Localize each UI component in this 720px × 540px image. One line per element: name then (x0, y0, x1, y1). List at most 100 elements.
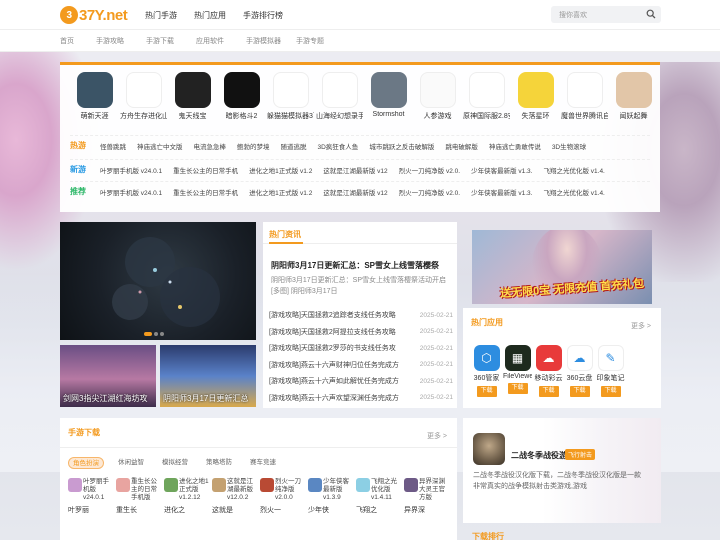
promo-game-icon[interactable] (473, 433, 505, 465)
tag-link[interactable]: 飞翔之光优化版 v1.4. (543, 165, 604, 175)
tag-link[interactable]: 进化之地1正式版 v1.2 (249, 165, 312, 175)
featured-app[interactable]: 暗影格斗2 (217, 72, 266, 121)
game-name[interactable]: 这就是 (212, 505, 256, 515)
featured-app[interactable]: 人参游戏 (413, 72, 462, 121)
news-item[interactable]: [游戏攻略]燕云十六声财神归位任务完成方 2025-02-21 (269, 357, 453, 374)
tag-link[interactable]: 跳电破解版 (445, 141, 478, 151)
game-icon[interactable] (212, 478, 226, 492)
game-item[interactable]: 异界深渊大灵王官方版 异界深 (404, 478, 452, 515)
featured-app[interactable]: 萌新天涯 (70, 72, 119, 121)
tag-link[interactable]: 叶罗丽手机版 v24.0.1 (100, 165, 162, 175)
app-icon[interactable] (566, 72, 603, 108)
hot-app[interactable]: ☁ 移动彩云 下载 (533, 345, 564, 397)
app-icon[interactable] (125, 72, 162, 108)
game-item[interactable]: 飞翔之光优化版v1.4.11 飞翔之 (356, 478, 404, 515)
download-button[interactable]: 下载 (507, 383, 528, 394)
subnav-emulators[interactable]: 手游模拟器 (246, 36, 296, 46)
thumb-card[interactable]: 剑网3指尖江湖红海坊攻 (60, 345, 156, 407)
app-icon[interactable] (517, 72, 554, 108)
tag-link[interactable]: 飞翔之光优化版 v1.4. (543, 187, 604, 197)
tag-link[interactable]: 叶罗丽手机版 v24.0.1 (100, 187, 162, 197)
app-icon[interactable] (321, 72, 358, 108)
topnav-game-ranking[interactable]: 手游排行榜 (243, 10, 283, 21)
category-tab[interactable]: 策略塔防 (202, 457, 236, 469)
game-icon[interactable] (260, 478, 274, 492)
news-title[interactable]: [游戏攻略]天国拯救2追踪者支线任务攻略 (269, 310, 407, 320)
hot-app-icon[interactable]: ⬡ (473, 345, 500, 371)
tag-link[interactable]: 少年侠客最新版 v1.3. (471, 187, 532, 197)
subnav-game-downloads[interactable]: 手游下载 (146, 36, 196, 46)
hot-apps-more-link[interactable]: 更多 > (631, 321, 651, 331)
tag-link[interactable]: 神庙逃亡中文版 (137, 141, 183, 151)
news-item[interactable]: [游戏攻略]天国拯救2阿提拉支线任务攻略 2025-02-21 (269, 324, 453, 341)
hot-app[interactable]: ▦ FileViewer 下载 (502, 345, 533, 397)
tag-link[interactable]: 神庙逃亡勇敢传说 (489, 141, 541, 151)
game-name[interactable]: 飞翔之 (356, 505, 400, 515)
subnav-topics[interactable]: 手游专题 (296, 36, 346, 46)
category-tab[interactable]: 休闲益智 (114, 457, 148, 469)
hot-app-icon[interactable]: ☁ (535, 345, 562, 371)
featured-app[interactable]: 魔兽世界腾讯自远征怀旧服手游 (560, 72, 609, 121)
news-title[interactable]: [游戏攻略]天国拯救2罗莎的书支线任务攻 (269, 343, 407, 353)
app-icon[interactable] (615, 72, 652, 108)
category-tab[interactable]: 模拟经营 (158, 457, 192, 469)
featured-app[interactable]: 失落星环 (511, 72, 560, 121)
search-icon[interactable] (646, 9, 656, 19)
game-item[interactable]: 重生长公主的日常手机版 重生长 (116, 478, 164, 515)
topnav-hot-apps[interactable]: 热门应用 (194, 10, 226, 21)
game-item[interactable]: 少年侠客最新版v1.3.9 少年侠 (308, 478, 356, 515)
thumb-card[interactable]: 阴阳师3月17日更新汇总 (160, 345, 256, 407)
subnav-apps[interactable]: 应用软件 (196, 36, 246, 46)
ad-banner[interactable]: 送无限0宝 无限充值 首充礼包 (472, 230, 652, 304)
app-icon[interactable] (370, 72, 407, 108)
site-logo[interactable]: 3 37Y.net (60, 6, 128, 24)
featured-app[interactable]: 山海经幻想录手游官方正式版 (315, 72, 364, 121)
game-name[interactable]: 进化之 (164, 505, 208, 515)
game-item[interactable]: 叶罗丽手机版v24.0.1 叶罗丽 (68, 478, 116, 515)
game-icon[interactable] (404, 478, 418, 492)
tag-link[interactable]: 烈火一刀纯净版 v2.0. (399, 187, 460, 197)
hot-app-icon[interactable]: ▦ (504, 345, 531, 371)
app-icon[interactable] (76, 72, 113, 108)
topnav-hot-games[interactable]: 热门手游 (145, 10, 177, 21)
game-name[interactable]: 异界深 (404, 505, 448, 515)
download-button[interactable]: 下载 (476, 386, 497, 397)
tag-link[interactable]: 鲍勃的梦境 (237, 141, 270, 151)
hot-app[interactable]: ⬡ 360管家 下载 (471, 345, 502, 397)
downloads-more-link[interactable]: 更多 > (427, 431, 447, 441)
app-icon[interactable] (419, 72, 456, 108)
featured-app[interactable]: Stormshot (364, 72, 413, 121)
tag-link[interactable]: 进化之地1正式版 v1.2 (249, 187, 312, 197)
hot-app[interactable]: ✎ 印象笔记 下载 (595, 345, 626, 397)
news-item[interactable]: [游戏攻略]燕云十六声欢望深渊任务完成方 2025-02-21 (269, 390, 453, 407)
game-name[interactable]: 重生长 (116, 505, 160, 515)
search-input[interactable]: 搜你喜欢 (551, 6, 661, 23)
news-item[interactable]: [游戏攻略]天国拯救2追踪者支线任务攻略 2025-02-21 (269, 307, 453, 324)
tag-link[interactable]: 这就是江湖最新版 v12 (323, 187, 387, 197)
game-icon[interactable] (116, 478, 130, 492)
hot-app-icon[interactable]: ✎ (597, 345, 624, 371)
tag-link[interactable]: 随道逃脱 (281, 141, 307, 151)
game-name[interactable]: 叶罗丽 (68, 505, 112, 515)
hot-app-icon[interactable]: ☁ (566, 345, 593, 371)
app-icon[interactable] (272, 72, 309, 108)
promo-card[interactable]: 二战冬季战役游 飞行射击 二战冬季战役汉化版下载，二战冬季战役汉化版是一款非常真… (463, 418, 661, 523)
news-headline[interactable]: 阴阳师3月17日更新汇总：SP雪女上线雪落樱祭 (271, 260, 449, 271)
banner-pagination[interactable] (142, 332, 164, 336)
game-item[interactable]: 进化之地1正式版v1.2.12 进化之 (164, 478, 212, 515)
news-title[interactable]: [游戏攻略]燕云十六声如此解忧任务完成方 (269, 376, 407, 386)
tag-link[interactable]: 烈火一刀纯净版 v2.0. (399, 165, 460, 175)
download-button[interactable]: 下载 (569, 386, 590, 397)
game-icon[interactable] (68, 478, 82, 492)
news-title[interactable]: [游戏攻略]燕云十六声欢望深渊任务完成方 (269, 393, 407, 403)
game-icon[interactable] (356, 478, 370, 492)
news-title[interactable]: [游戏攻略]天国拯救2阿提拉支线任务攻略 (269, 327, 407, 337)
app-icon[interactable] (174, 72, 211, 108)
tag-link[interactable]: 少年侠客最新版 v1.3. (471, 165, 532, 175)
featured-app[interactable]: 闻妖起舞 (609, 72, 658, 121)
download-button[interactable]: 下载 (600, 386, 621, 397)
app-icon[interactable] (468, 72, 505, 108)
news-title[interactable]: [游戏攻略]燕云十六声财神归位任务完成方 (269, 360, 407, 370)
game-name[interactable]: 烈火一 (260, 505, 304, 515)
tag-link[interactable]: 重生长公主的日常手机 (173, 187, 238, 197)
